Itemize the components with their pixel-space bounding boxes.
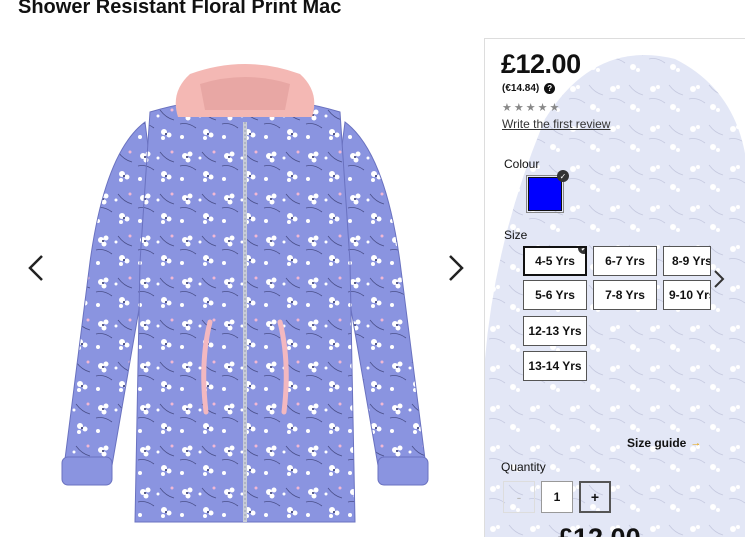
size-option-12-13[interactable]: 12-13 Yrs — [523, 316, 587, 346]
product-gallery — [0, 40, 480, 536]
quantity-input[interactable]: 1 — [541, 481, 573, 513]
size-option-9-10[interactable]: 9-10 Yrs — [663, 280, 711, 310]
product-price-eur: (€14.84) ? — [502, 83, 556, 94]
product-title: Shower Resistant Floral Print Mac — [18, 0, 342, 18]
size-option-label: 9-10 Yrs — [669, 288, 711, 302]
size-option-label: 4-5 Yrs — [535, 254, 575, 268]
help-icon[interactable]: ? — [544, 83, 556, 94]
check-icon: ✓ — [557, 170, 569, 182]
write-review-link[interactable]: Write the first review — [502, 117, 610, 131]
size-label: Size — [504, 228, 528, 242]
rating-stars: ★★★★★ — [502, 102, 562, 114]
size-scroll-right-icon[interactable] — [711, 268, 727, 290]
size-option-13-14[interactable]: 13-14 Yrs — [523, 351, 587, 381]
size-option-5-6[interactable]: 5-6 Yrs — [523, 280, 587, 310]
product-image — [61, 64, 429, 523]
size-guide-link[interactable]: Size guide → — [627, 436, 701, 450]
size-option-label: 6-7 Yrs — [605, 254, 645, 268]
size-option-label: 13-14 Yrs — [528, 359, 582, 373]
size-option-6-7[interactable]: 6-7 Yrs — [593, 246, 657, 276]
product-panel: £12.00 (€14.84) ? ★★★★★ Write the first … — [484, 38, 745, 537]
quantity-decrease-button[interactable]: - — [503, 481, 535, 513]
check-icon: ✓ — [578, 248, 585, 254]
size-option-8-9[interactable]: 8-9 Yrs — [663, 246, 711, 276]
colour-swatch-blue[interactable]: ✓ — [526, 170, 569, 213]
size-option-4-5[interactable]: 4-5 Yrs ✓ — [523, 246, 587, 276]
size-option-label: 5-6 Yrs — [535, 288, 575, 302]
gallery-next-button[interactable] — [440, 248, 470, 288]
price-eur-value: (€14.84) — [502, 83, 540, 94]
quantity-increase-button[interactable]: + — [579, 481, 611, 513]
size-option-label: 8-9 Yrs — [672, 254, 711, 268]
size-option-7-8[interactable]: 7-8 Yrs — [593, 280, 657, 310]
chevron-right-icon — [449, 255, 464, 281]
colour-label: Colour — [504, 157, 540, 171]
size-option-label: 7-8 Yrs — [605, 288, 645, 302]
product-price: £12.00 — [501, 49, 581, 79]
size-guide-label: Size guide — [627, 436, 687, 450]
sticky-price: £12.00 — [558, 523, 641, 537]
arrow-right-icon: → — [690, 437, 702, 449]
quantity-label: Quantity — [501, 460, 546, 474]
size-option-label: 12-13 Yrs — [528, 324, 582, 338]
